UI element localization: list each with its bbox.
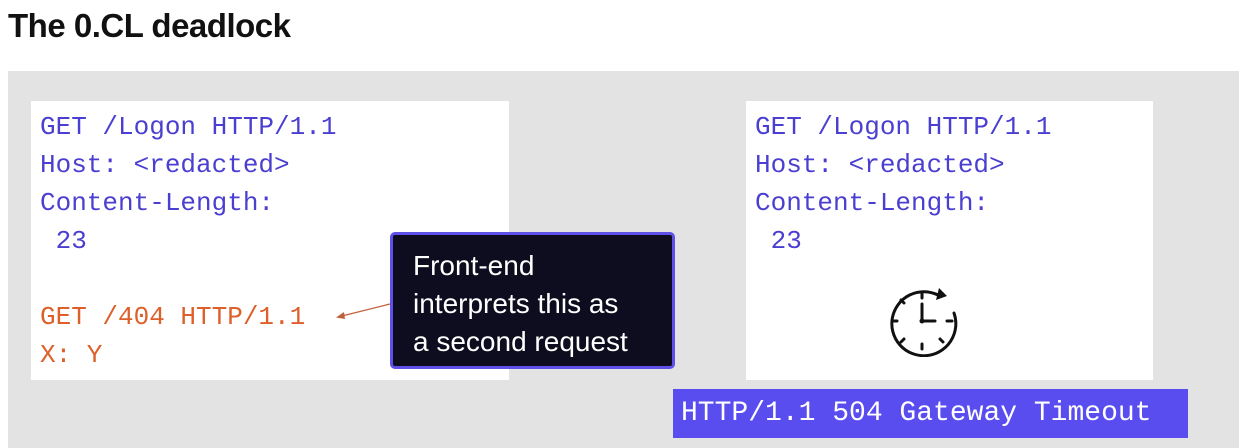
slide-title: The 0.CL deadlock: [8, 7, 291, 44]
callout-line: interprets this as: [413, 288, 619, 319]
host-header: Host: <redacted>: [40, 150, 290, 180]
clock-icon: [890, 288, 958, 357]
request-line: GET /Logon HTTP/1.1: [755, 112, 1052, 142]
callout-line: Front-end: [413, 250, 535, 281]
callout-arrow: [336, 303, 391, 319]
gateway-timeout-badge: HTTP/1.1 504 Gateway Timeout: [673, 389, 1188, 438]
callout-line: a second request: [413, 326, 628, 357]
smuggled-request-line: GET /404 HTTP/1.1: [40, 302, 306, 332]
content-length-value: 23: [755, 226, 802, 256]
left-request-code: GET /Logon HTTP/1.1 Host: <redacted> Con…: [40, 108, 336, 374]
request-line: GET /Logon HTTP/1.1: [40, 112, 337, 142]
host-header: Host: <redacted>: [755, 150, 1005, 180]
content-length-value: 23: [40, 226, 87, 256]
right-request-code: GET /Logon HTTP/1.1 Host: <redacted> Con…: [755, 108, 1051, 260]
content-length-header: Content-Length:: [755, 188, 990, 218]
callout-box: Front-end interprets this as a second re…: [390, 232, 675, 369]
smuggled-header: X: Y: [40, 340, 103, 370]
content-length-header: Content-Length:: [40, 188, 275, 218]
